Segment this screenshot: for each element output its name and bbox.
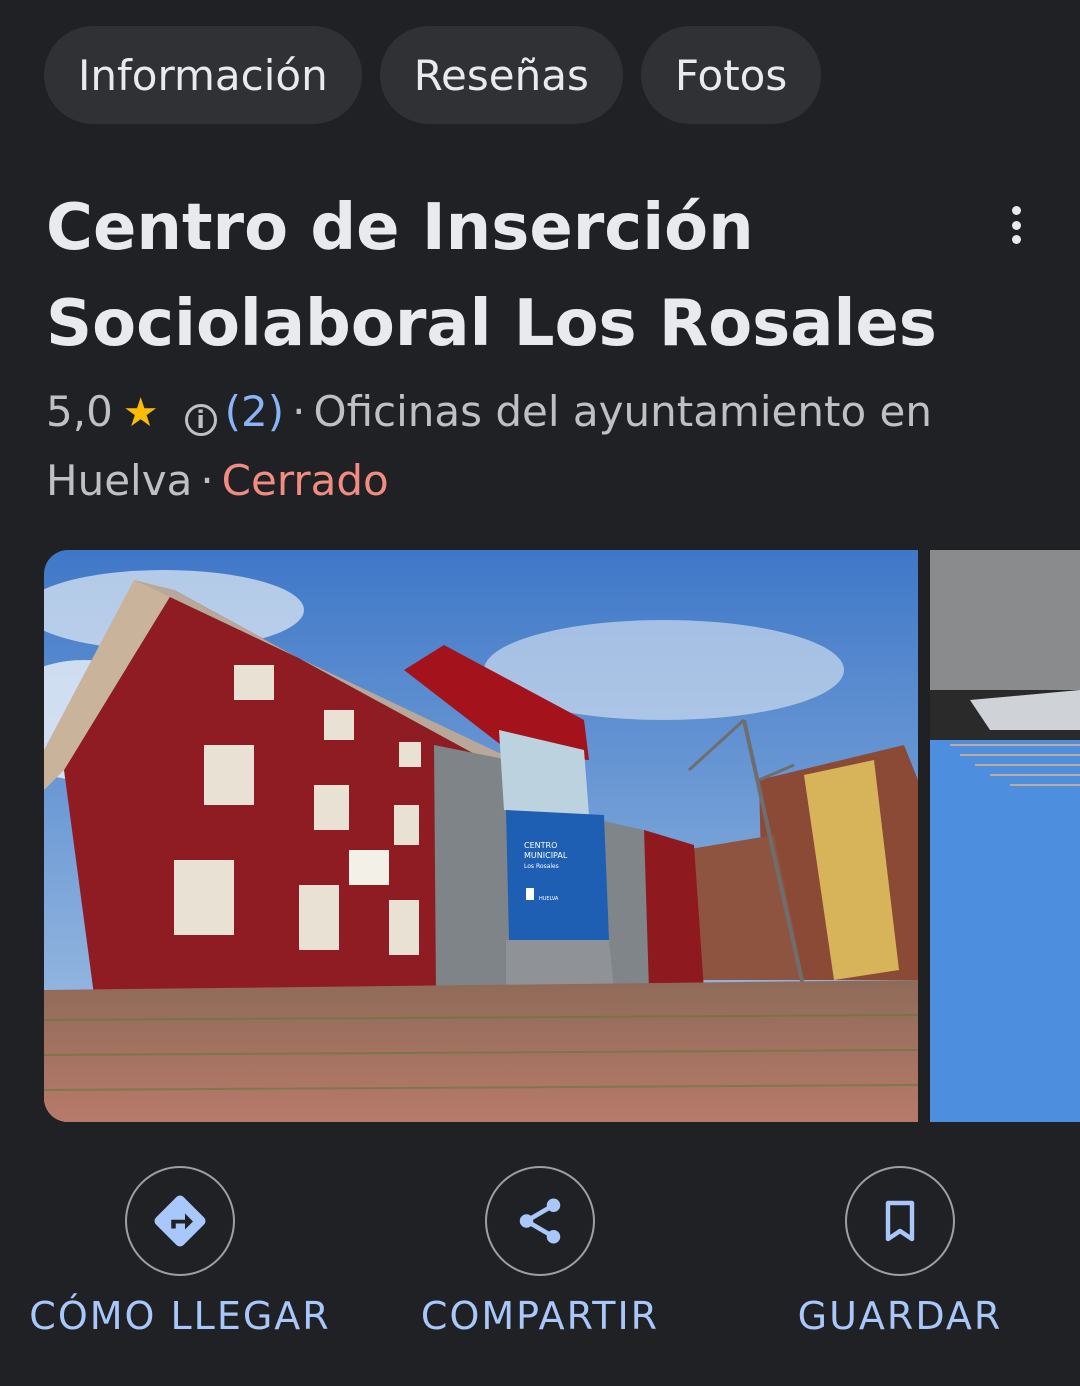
photo-carousel[interactable]: CENTRO MUNICIPAL Los Rosales HUELVA (44, 550, 1080, 1122)
sign-text-line4: HUELVA (539, 896, 559, 902)
info-icon[interactable]: i (184, 404, 217, 436)
separator-dot: · (292, 387, 306, 436)
bookmark-icon (885, 1200, 915, 1242)
tab-bar: Información Reseñas Fotos (44, 26, 822, 124)
place-title: Centro de Inserción Sociolaboral Los Ros… (46, 191, 937, 361)
save-button-circle[interactable] (845, 1166, 955, 1276)
sign-text-line2: MUNICIPAL (524, 851, 568, 860)
place-photo-main[interactable]: CENTRO MUNICIPAL Los Rosales HUELVA (44, 550, 918, 1122)
directions-icon (154, 1195, 206, 1247)
star-icon: ★ (122, 390, 159, 436)
sign-text-line1: CENTRO (524, 841, 557, 850)
review-count-link[interactable]: (2) (225, 387, 285, 436)
tab-resenas[interactable]: Reseñas (379, 26, 623, 124)
share-button-circle[interactable] (485, 1166, 595, 1276)
place-photo-secondary[interactable] (930, 550, 1080, 1122)
directions-button[interactable]: CÓMO LLEGAR (0, 1166, 360, 1338)
save-button[interactable]: GUARDAR (720, 1166, 1080, 1338)
action-bar: CÓMO LLEGAR COMPARTIR GUARDAR (0, 1166, 1080, 1366)
place-meta: 5,0 ★ i (2) · Oficinas del ayuntamiento en Hu… (46, 378, 1046, 515)
more-options-icon[interactable] (996, 200, 1036, 250)
building-photo: CENTRO MUNICIPAL Los Rosales HUELVA (44, 550, 918, 1122)
share-button[interactable]: COMPARTIR (360, 1166, 720, 1338)
directions-label: CÓMO LLEGAR (29, 1294, 331, 1338)
open-status: Cerrado (221, 456, 389, 505)
place-category: Oficinas del ayuntamiento en Huelva (46, 387, 932, 505)
rating-value: 5,0 (46, 387, 113, 436)
tab-fotos[interactable]: Fotos (640, 26, 822, 124)
save-label: GUARDAR (797, 1294, 1003, 1338)
share-label: COMPARTIR (420, 1294, 660, 1338)
tab-informacion[interactable]: Información (44, 26, 362, 124)
share-icon (519, 1198, 561, 1244)
separator-dot: · (200, 456, 214, 505)
sign-text-line3: Los Rosales (524, 863, 559, 870)
directions-button-circle[interactable] (125, 1166, 235, 1276)
secondary-photo (930, 550, 1080, 1122)
